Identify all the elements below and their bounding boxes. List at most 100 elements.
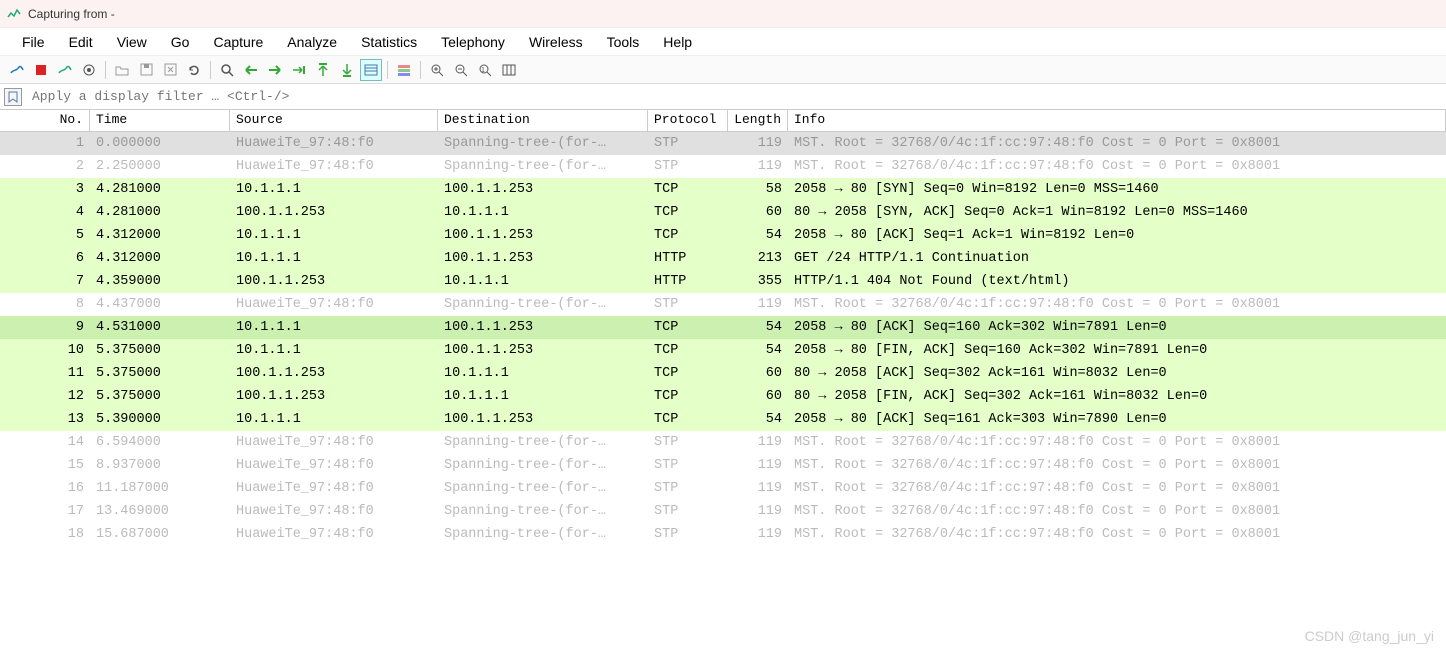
packet-row[interactable]: 34.28100010.1.1.1100.1.1.253TCP582058 → … (0, 178, 1446, 201)
packet-row[interactable]: 158.937000HuaweiTe_97:48:f0Spanning-tree… (0, 454, 1446, 477)
packet-cell: 2 (0, 159, 90, 174)
packet-cell: 4.312000 (90, 251, 230, 266)
packet-cell: 13 (0, 412, 90, 427)
start-capture-icon[interactable] (6, 59, 28, 81)
packet-cell: HuaweiTe_97:48:f0 (230, 481, 438, 496)
packet-cell: 11 (0, 366, 90, 381)
resize-columns-icon[interactable] (498, 59, 520, 81)
packet-cell: MST. Root = 32768/0/4c:1f:cc:97:48:f0 Co… (788, 136, 1446, 151)
menu-go[interactable]: Go (159, 30, 202, 54)
packet-cell: 119 (728, 481, 788, 496)
menu-telephony[interactable]: Telephony (429, 30, 517, 54)
zoom-out-icon[interactable] (450, 59, 472, 81)
filter-bookmark-icon[interactable] (4, 88, 22, 106)
menu-wireless[interactable]: Wireless (517, 30, 595, 54)
packet-cell: 100.1.1.253 (438, 412, 648, 427)
menu-help[interactable]: Help (651, 30, 704, 54)
capture-options-icon[interactable] (78, 59, 100, 81)
packet-cell: MST. Root = 32768/0/4c:1f:cc:97:48:f0 Co… (788, 527, 1446, 542)
packet-cell: 80 → 2058 [ACK] Seq=302 Ack=161 Win=8032… (788, 366, 1446, 381)
packet-cell: 15.687000 (90, 527, 230, 542)
column-header-protocol[interactable]: Protocol (648, 110, 728, 131)
go-back-icon[interactable] (240, 59, 262, 81)
packet-row[interactable]: 146.594000HuaweiTe_97:48:f0Spanning-tree… (0, 431, 1446, 454)
packet-cell: Spanning-tree-(for-… (438, 435, 648, 450)
packet-cell: TCP (648, 228, 728, 243)
column-header-time[interactable]: Time (90, 110, 230, 131)
packet-row[interactable]: 74.359000100.1.1.25310.1.1.1HTTP355HTTP/… (0, 270, 1446, 293)
packet-row[interactable]: 115.375000100.1.1.25310.1.1.1TCP6080 → 2… (0, 362, 1446, 385)
packet-cell: 60 (728, 205, 788, 220)
packet-row[interactable]: 1815.687000HuaweiTe_97:48:f0Spanning-tre… (0, 523, 1446, 546)
packet-row[interactable]: 105.37500010.1.1.1100.1.1.253TCP542058 →… (0, 339, 1446, 362)
svg-text:1: 1 (481, 67, 485, 74)
packet-cell: HuaweiTe_97:48:f0 (230, 159, 438, 174)
packet-cell: STP (648, 458, 728, 473)
packet-cell: Spanning-tree-(for-… (438, 297, 648, 312)
packet-cell: 10.1.1.1 (438, 274, 648, 289)
menu-view[interactable]: View (105, 30, 159, 54)
packet-row[interactable]: 125.375000100.1.1.25310.1.1.1TCP6080 → 2… (0, 385, 1446, 408)
packet-cell: 100.1.1.253 (230, 366, 438, 381)
packet-cell: 2.250000 (90, 159, 230, 174)
packet-cell: 10.1.1.1 (230, 228, 438, 243)
title-bar: Capturing from - (0, 0, 1446, 28)
packet-row[interactable]: 64.31200010.1.1.1100.1.1.253HTTP213GET /… (0, 247, 1446, 270)
packet-cell: 2058 → 80 [ACK] Seq=161 Ack=303 Win=7890… (788, 412, 1446, 427)
goto-packet-icon[interactable] (288, 59, 310, 81)
packet-cell: MST. Root = 32768/0/4c:1f:cc:97:48:f0 Co… (788, 504, 1446, 519)
menu-capture[interactable]: Capture (201, 30, 275, 54)
menu-edit[interactable]: Edit (57, 30, 105, 54)
go-forward-icon[interactable] (264, 59, 286, 81)
menu-statistics[interactable]: Statistics (349, 30, 429, 54)
packet-row[interactable]: 135.39000010.1.1.1100.1.1.253TCP542058 →… (0, 408, 1446, 431)
packet-cell: 100.1.1.253 (438, 343, 648, 358)
column-header-no[interactable]: No. (0, 110, 90, 131)
open-file-icon[interactable] (111, 59, 133, 81)
packet-cell: TCP (648, 320, 728, 335)
packet-cell: 10.1.1.1 (230, 343, 438, 358)
packet-cell: TCP (648, 389, 728, 404)
autoscroll-icon[interactable] (360, 59, 382, 81)
zoom-in-icon[interactable] (426, 59, 448, 81)
packet-list[interactable]: 10.000000HuaweiTe_97:48:f0Spanning-tree-… (0, 132, 1446, 546)
menu-file[interactable]: File (10, 30, 57, 54)
menu-bar: FileEditViewGoCaptureAnalyzeStatisticsTe… (0, 28, 1446, 56)
packet-cell: 100.1.1.253 (230, 274, 438, 289)
restart-capture-icon[interactable] (54, 59, 76, 81)
packet-row[interactable]: 44.281000100.1.1.25310.1.1.1TCP6080 → 20… (0, 201, 1446, 224)
save-file-icon[interactable] (135, 59, 157, 81)
packet-row[interactable]: 10.000000HuaweiTe_97:48:f0Spanning-tree-… (0, 132, 1446, 155)
packet-cell: 4.437000 (90, 297, 230, 312)
packet-row[interactable]: 94.53100010.1.1.1100.1.1.253TCP542058 → … (0, 316, 1446, 339)
colorize-icon[interactable] (393, 59, 415, 81)
close-file-icon[interactable] (159, 59, 181, 81)
packet-cell: 100.1.1.253 (438, 182, 648, 197)
packet-row[interactable]: 1713.469000HuaweiTe_97:48:f0Spanning-tre… (0, 500, 1446, 523)
menu-analyze[interactable]: Analyze (275, 30, 349, 54)
packet-row[interactable]: 54.31200010.1.1.1100.1.1.253TCP542058 → … (0, 224, 1446, 247)
reload-icon[interactable] (183, 59, 205, 81)
wireshark-icon (6, 6, 22, 22)
column-header-length[interactable]: Length (728, 110, 788, 131)
packet-list-header: No. Time Source Destination Protocol Len… (0, 110, 1446, 132)
packet-row[interactable]: 22.250000HuaweiTe_97:48:f0Spanning-tree-… (0, 155, 1446, 178)
packet-cell: 10.1.1.1 (230, 182, 438, 197)
find-packet-icon[interactable] (216, 59, 238, 81)
column-header-source[interactable]: Source (230, 110, 438, 131)
packet-cell: 80 → 2058 [FIN, ACK] Seq=302 Ack=161 Win… (788, 389, 1446, 404)
goto-first-icon[interactable] (312, 59, 334, 81)
column-header-destination[interactable]: Destination (438, 110, 648, 131)
packet-row[interactable]: 84.437000HuaweiTe_97:48:f0Spanning-tree-… (0, 293, 1446, 316)
packet-cell: Spanning-tree-(for-… (438, 527, 648, 542)
toolbar-separator (105, 61, 106, 79)
menu-tools[interactable]: Tools (595, 30, 652, 54)
packet-cell: 5.390000 (90, 412, 230, 427)
stop-capture-icon[interactable] (30, 59, 52, 81)
goto-last-icon[interactable] (336, 59, 358, 81)
packet-cell: 60 (728, 389, 788, 404)
zoom-reset-icon[interactable]: 1 (474, 59, 496, 81)
packet-row[interactable]: 1611.187000HuaweiTe_97:48:f0Spanning-tre… (0, 477, 1446, 500)
column-header-info[interactable]: Info (788, 110, 1446, 131)
display-filter-input[interactable] (26, 86, 1446, 107)
